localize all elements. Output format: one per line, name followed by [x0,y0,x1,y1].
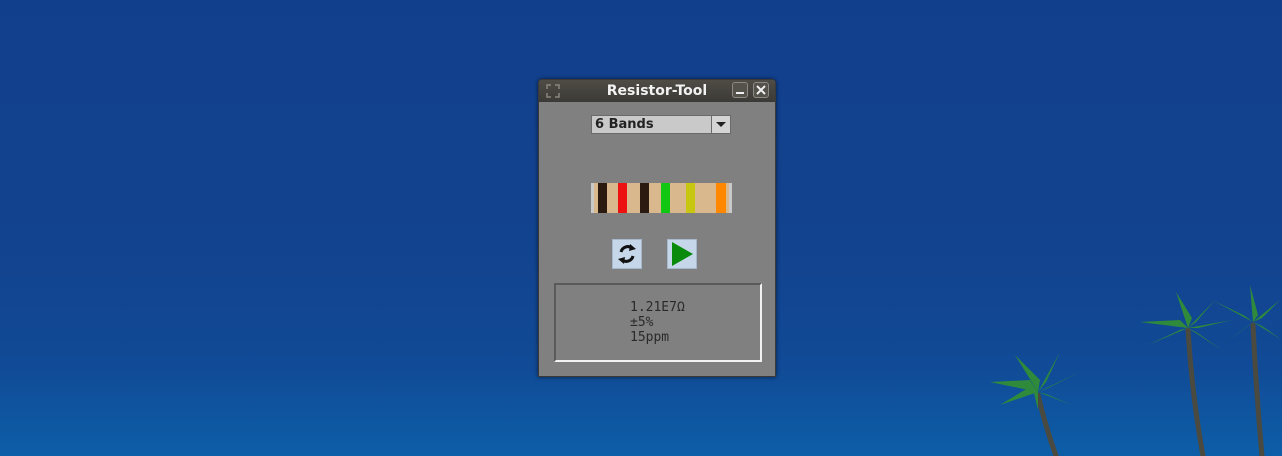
resistor-band-5[interactable] [686,183,695,213]
close-button[interactable] [753,82,769,98]
result-display: 1.21E7Ω ±5% 15ppm [554,283,762,362]
band-count-select[interactable]: 6 Bands [591,115,731,134]
temp-coefficient-value: 15ppm [630,330,670,345]
resistor-graphic [591,183,732,213]
minimize-icon [736,92,744,94]
chevron-down-icon [716,122,726,127]
resistance-value: 1.21E7Ω [630,300,685,315]
tolerance-value: ±5% [630,315,654,330]
refresh-icon [618,244,636,264]
dropdown-button[interactable] [711,116,730,133]
resistor-band-2[interactable] [618,183,627,213]
band-count-value: 6 Bands [595,117,654,132]
close-icon [756,85,766,95]
resistor-band-4[interactable] [661,183,670,213]
resistor-band-1[interactable] [598,183,607,213]
resistor-tool-window: Resistor-Tool 6 Bands 1.21E7Ω ±5% 15ppm [538,79,776,377]
resistor-end-cap-left [591,183,594,213]
play-icon [672,242,693,266]
calculate-button[interactable] [667,239,697,269]
resistor-band-3[interactable] [640,183,649,213]
refresh-button[interactable] [612,239,642,269]
resistor-end-cap-right [729,183,732,213]
resistor-band-6[interactable] [716,183,726,213]
title-bar[interactable]: Resistor-Tool [539,80,775,102]
minimize-button[interactable] [732,82,748,98]
